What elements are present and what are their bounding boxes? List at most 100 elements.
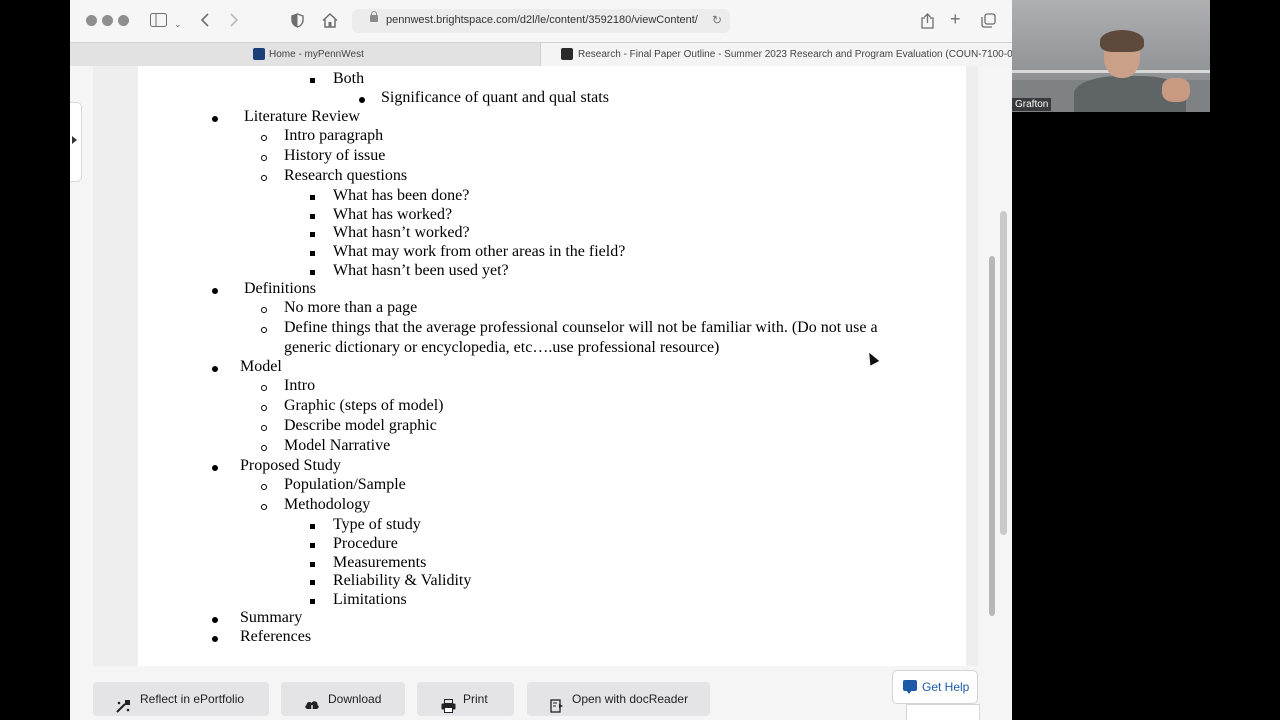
tabs-icon[interactable] bbox=[981, 13, 996, 32]
outline-item-what-may-work-from-other-areas-in-the-fi: What may work from other areas in the fi… bbox=[333, 243, 626, 260]
bullet-icon bbox=[261, 307, 267, 313]
printer-icon bbox=[441, 692, 456, 713]
tab-title: Research - Final Paper Outline - Summer … bbox=[578, 49, 1012, 60]
bullet-icon bbox=[261, 504, 267, 510]
outline-item-procedure: Procedure bbox=[333, 535, 398, 552]
bullet-icon bbox=[212, 636, 218, 642]
eportfolio-icon bbox=[116, 692, 130, 713]
outline-item-no-more-than-a-page: No more than a page bbox=[284, 299, 418, 316]
document-actions-bar: Reflect in ePortfolio Download Print Ope… bbox=[70, 666, 1012, 720]
outline-item-what-hasn-t-worked: What hasn’t worked? bbox=[333, 224, 470, 241]
browser-window: ⌄ pennwest.brightspace.com/d2l/le/conten… bbox=[70, 0, 1012, 720]
outline-item-intro-paragraph: Intro paragraph bbox=[284, 127, 384, 144]
outline-item-definitions: Definitions bbox=[244, 280, 316, 297]
reflect-in-eportfolio-button[interactable]: Reflect in ePortfolio bbox=[93, 682, 269, 716]
bullet-icon bbox=[261, 425, 267, 431]
bullet-icon bbox=[261, 135, 267, 141]
outline-item-graphic-steps-of-model: Graphic (steps of model) bbox=[284, 397, 444, 414]
chevron-down-icon[interactable]: ⌄ bbox=[174, 16, 182, 32]
document-viewer[interactable]: Both Significance of quant and qual stats… bbox=[93, 66, 995, 666]
home-icon[interactable] bbox=[322, 12, 338, 32]
pennwest-favicon bbox=[253, 48, 265, 60]
address-bar[interactable]: pennwest.brightspace.com/d2l/le/content/… bbox=[352, 9, 730, 33]
sidebar-toggle-button[interactable] bbox=[70, 102, 82, 182]
sidebar-icon[interactable] bbox=[150, 13, 167, 31]
bullet-icon bbox=[261, 327, 267, 333]
bullet-icon bbox=[310, 251, 315, 256]
download-icon bbox=[304, 692, 319, 714]
outline-item-intro: Intro bbox=[284, 377, 316, 394]
outline-item-history-of-issue: History of issue bbox=[284, 147, 386, 164]
bullet-icon bbox=[261, 445, 267, 451]
minimize-window-button[interactable] bbox=[102, 15, 113, 26]
open-with-docreader-button[interactable]: Open with docReader bbox=[527, 682, 710, 716]
outline-item-methodology: Methodology bbox=[284, 496, 371, 513]
outline-item-significance-of-quant-and-qual-stats: Significance of quant and qual stats bbox=[381, 89, 609, 106]
plus-icon[interactable]: + bbox=[950, 10, 961, 28]
bullet-icon bbox=[261, 405, 267, 411]
participant-hand bbox=[1162, 78, 1190, 102]
bullet-icon bbox=[310, 524, 315, 529]
tab-home-mypennwest[interactable]: Home - myPennWest bbox=[70, 43, 540, 66]
chevron-right-icon bbox=[72, 136, 77, 144]
bullet-icon bbox=[310, 232, 315, 237]
bullet-icon bbox=[212, 617, 218, 623]
bullet-icon bbox=[310, 270, 315, 275]
bullet-icon bbox=[310, 599, 315, 604]
bullet-icon bbox=[310, 580, 315, 585]
outline-item-both: Both bbox=[333, 70, 365, 87]
outline-item-summary: Summary bbox=[240, 609, 303, 626]
shield-icon[interactable] bbox=[291, 13, 304, 32]
get-help-button[interactable]: Get Help bbox=[892, 670, 978, 704]
docreader-icon bbox=[550, 692, 564, 713]
bullet-icon bbox=[261, 484, 267, 490]
browser-toolbar: ⌄ pennwest.brightspace.com/d2l/le/conten… bbox=[70, 0, 1012, 42]
outline-item-type-of-study: Type of study bbox=[333, 516, 421, 533]
outline-item-reliability-validity: Reliability & Validity bbox=[333, 572, 472, 589]
tab-final-paper-outline[interactable]: Research - Final Paper Outline - Summer … bbox=[540, 43, 1012, 66]
outline-item-describe-model-graphic: Describe model graphic bbox=[284, 417, 437, 434]
chat-icon bbox=[903, 680, 917, 694]
outline-item-references: References bbox=[240, 628, 312, 645]
bullet-icon bbox=[310, 562, 315, 567]
outline-item-model-narrative: Model Narrative bbox=[284, 437, 391, 454]
download-button[interactable]: Download bbox=[281, 682, 405, 716]
outline-item-population-sample: Population/Sample bbox=[284, 476, 406, 493]
get-help-label: Get Help bbox=[922, 680, 970, 694]
outline-item-limitations: Limitations bbox=[333, 591, 407, 608]
outline-item-what-has-been-done: What has been done? bbox=[333, 187, 470, 204]
bullet-icon bbox=[310, 78, 315, 83]
participant-hair bbox=[1100, 30, 1144, 52]
outline-item-define-things-that-the-average-professio: Define things that the average professio… bbox=[284, 319, 878, 336]
bullet-icon bbox=[212, 116, 218, 122]
print-button[interactable]: Print bbox=[417, 682, 514, 716]
bullet-icon bbox=[261, 175, 267, 181]
outline-item-literature-review: Literature Review bbox=[244, 108, 360, 125]
close-window-button[interactable] bbox=[86, 15, 97, 26]
download-label: Download bbox=[328, 692, 382, 706]
outline-item-measurements: Measurements bbox=[333, 554, 427, 571]
bullet-icon bbox=[261, 385, 267, 391]
bullet-icon bbox=[212, 366, 218, 372]
outline-item-model: Model bbox=[240, 358, 282, 375]
outline-item-what-hasn-t-been-used-yet: What hasn’t been used yet? bbox=[333, 262, 509, 279]
tab-bar: Home - myPennWest Research - Final Paper… bbox=[70, 42, 1012, 67]
bullet-icon bbox=[212, 288, 218, 294]
url-text[interactable]: pennwest.brightspace.com/d2l/le/content/… bbox=[386, 14, 702, 26]
share-icon[interactable] bbox=[921, 13, 934, 33]
page-scrollbar-thumb[interactable] bbox=[1000, 211, 1007, 535]
forward-icon[interactable] bbox=[229, 13, 239, 31]
bullet-icon bbox=[359, 97, 365, 103]
page-content: Both Significance of quant and qual stats… bbox=[70, 66, 1012, 720]
page-nav-arrows[interactable] bbox=[906, 704, 980, 720]
outline-item-research-questions: Research questions bbox=[284, 167, 408, 184]
back-icon[interactable] bbox=[200, 13, 210, 31]
bullet-icon bbox=[310, 543, 315, 548]
outline-item-generic-dictionary-or-encyclopedia-etc-u: generic dictionary or encyclopedia, etc…… bbox=[284, 339, 720, 356]
document-scrollbar-thumb[interactable] bbox=[989, 256, 995, 616]
d2l-favicon bbox=[561, 48, 573, 60]
reload-icon[interactable]: ↻ bbox=[712, 13, 722, 27]
bullet-icon bbox=[212, 465, 218, 471]
bullet-icon bbox=[310, 195, 315, 200]
zoom-window-button[interactable] bbox=[118, 15, 129, 26]
